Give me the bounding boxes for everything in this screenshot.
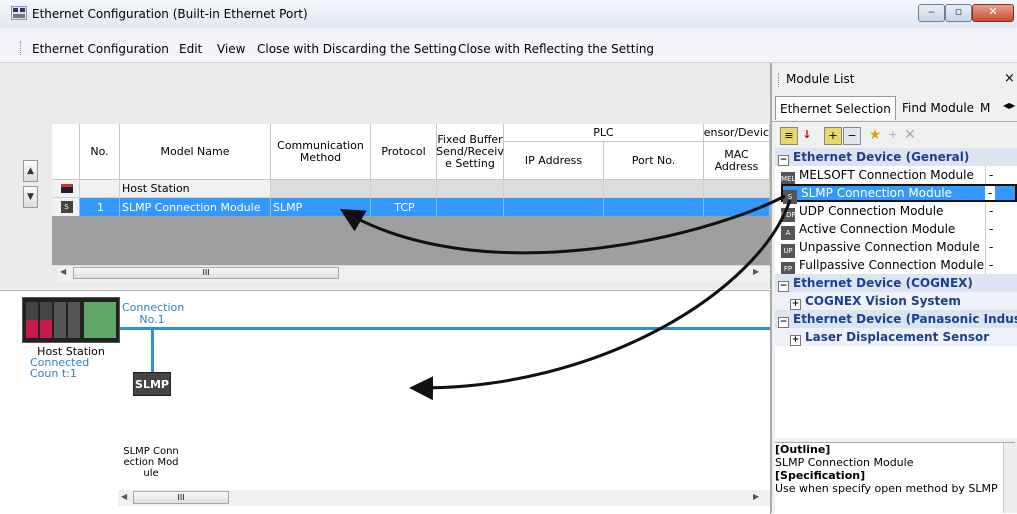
arrow-to-diagram (409, 199, 792, 401)
arrow-to-table-row (339, 194, 786, 255)
annotation-arrows (339, 194, 792, 401)
